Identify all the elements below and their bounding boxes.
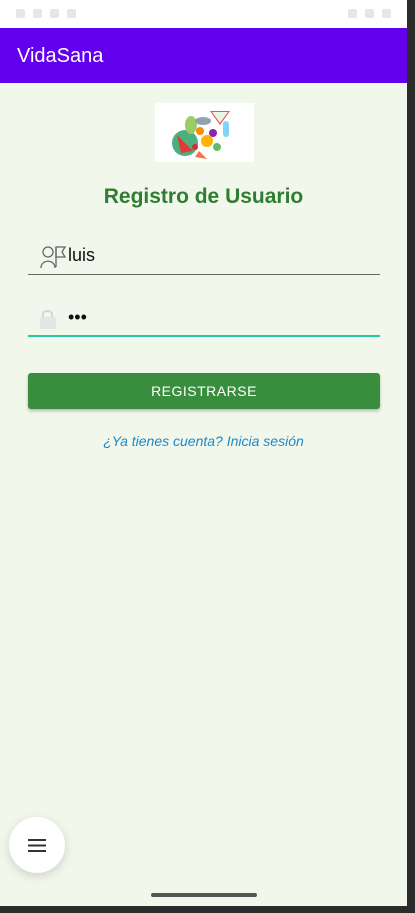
wifi-icon <box>348 9 357 18</box>
username-underline <box>28 274 380 275</box>
signal-icon <box>365 9 374 18</box>
register-button[interactable]: REGISTRARSE <box>28 373 380 409</box>
status-left-icons <box>16 9 76 18</box>
username-field[interactable] <box>28 237 380 275</box>
app-bar: VidaSana <box>0 28 407 83</box>
login-link[interactable]: ¿Ya tienes cuenta? Inicia sesión <box>0 433 407 449</box>
password-underline <box>28 335 380 337</box>
status-icon <box>50 9 59 18</box>
status-icon <box>16 9 25 18</box>
phone-screen: VidaSana Registro de Usuario luis ••• RE… <box>0 0 407 906</box>
status-icon <box>67 9 76 18</box>
page-title: Registro de Usuario <box>103 185 304 208</box>
battery-icon <box>382 9 391 18</box>
device-frame-edge <box>0 906 415 913</box>
menu-icon <box>28 839 46 852</box>
password-field[interactable] <box>28 299 380 337</box>
fruits-vegetables-logo <box>155 103 254 162</box>
status-right-icons <box>348 9 391 18</box>
status-bar <box>0 0 407 28</box>
menu-fab-button[interactable] <box>9 817 65 873</box>
app-title: VidaSana <box>17 45 104 67</box>
user-icon <box>38 245 68 269</box>
password-input[interactable] <box>68 299 368 335</box>
status-icon <box>33 9 42 18</box>
lock-icon <box>38 307 68 331</box>
device-frame-edge <box>407 0 415 913</box>
home-indicator[interactable] <box>151 893 257 897</box>
username-input[interactable] <box>68 237 368 273</box>
